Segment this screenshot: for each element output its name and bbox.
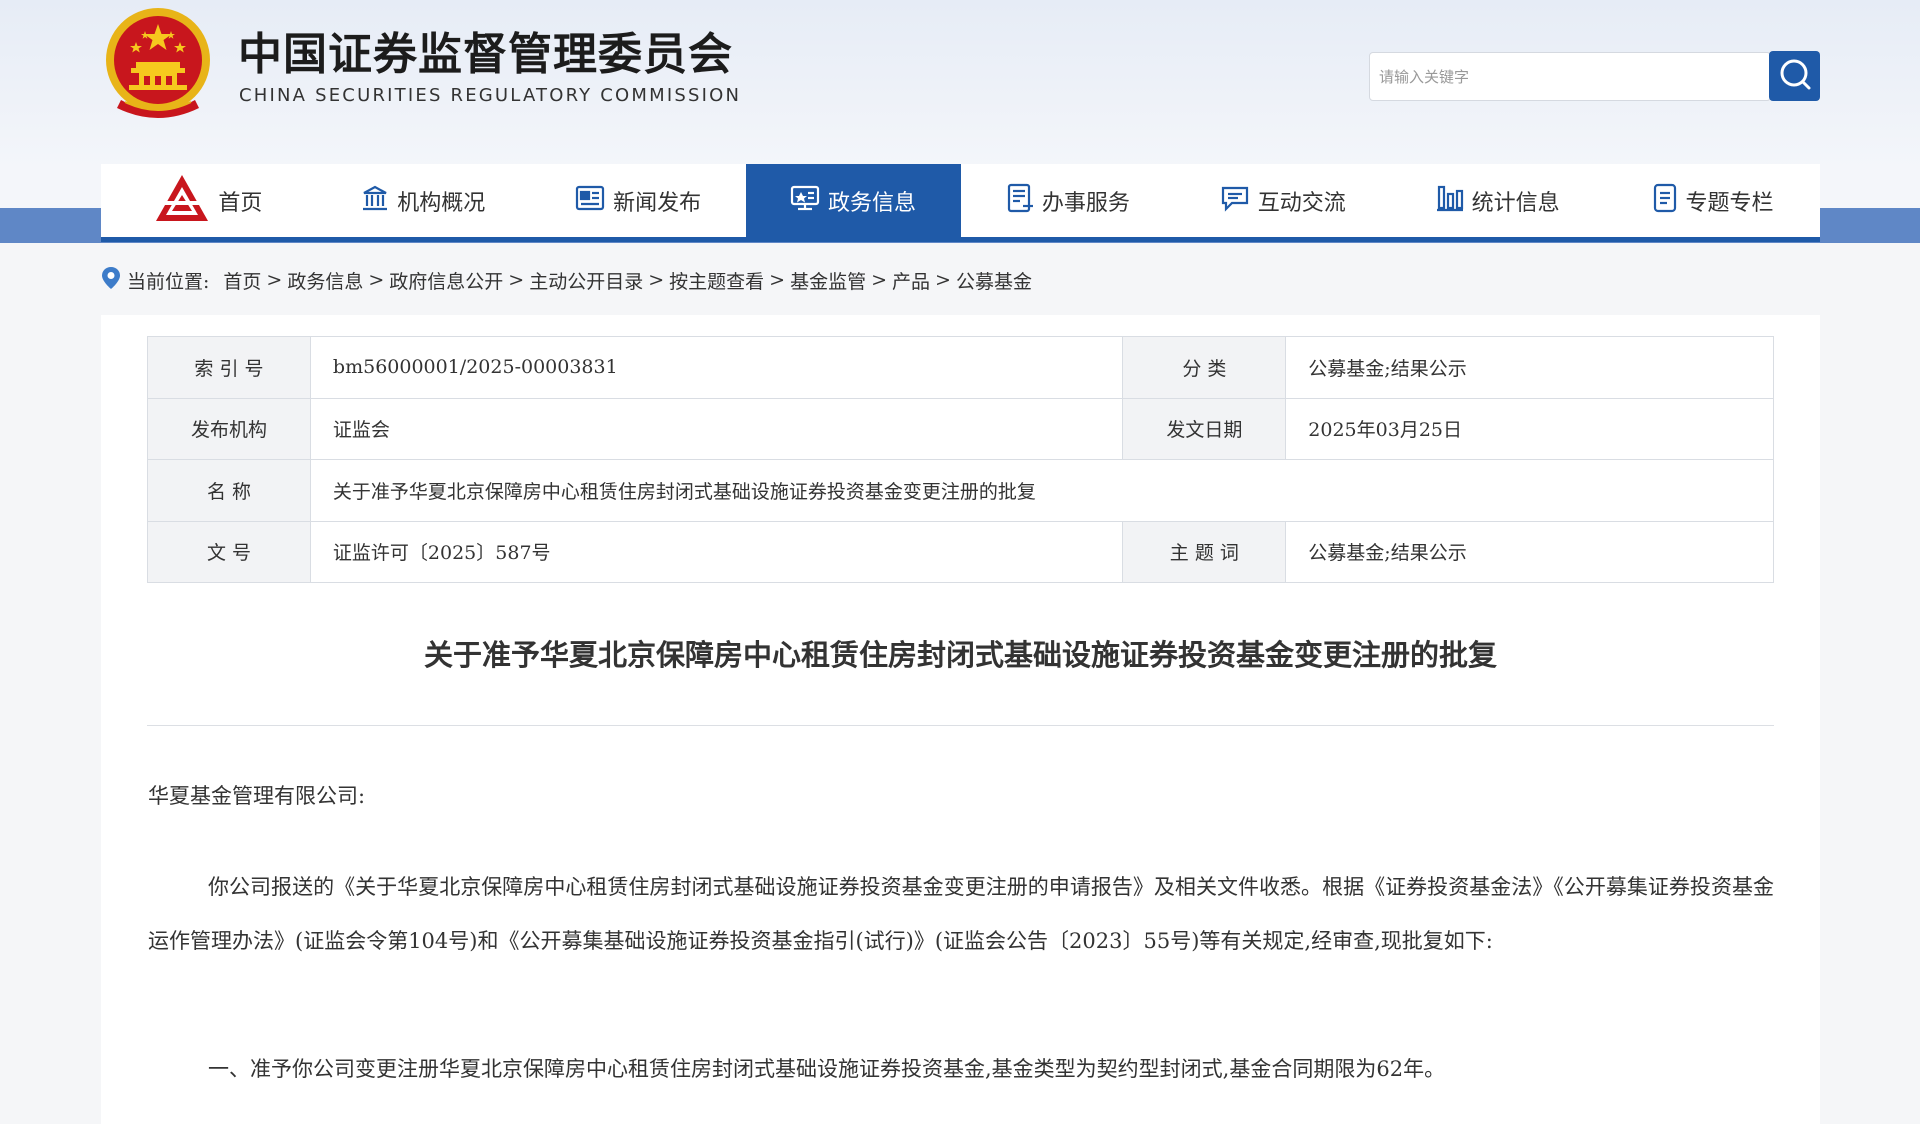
- nav-label: 统计信息: [1471, 190, 1560, 216]
- title-divider: [147, 725, 1774, 726]
- meta-value-date: 2025年03月25日: [1285, 397, 1774, 460]
- site-title-en: CHINA SECURITIES REGULATORY COMMISSION: [239, 85, 742, 106]
- breadcrumb-prefix: 当前位置:: [127, 270, 210, 293]
- site-title-cn: 中国证券监督管理委员会: [238, 29, 733, 80]
- breadcrumb-fund-supervision[interactable]: 基金监管: [790, 267, 866, 294]
- document-salutation: 华夏基金管理有限公司:: [148, 784, 366, 808]
- breadcrumb-home[interactable]: 首页: [223, 267, 261, 294]
- document-paragraph: 你公司报送的《关于华夏北京保障房中心租赁住房封闭式基础设施证券投资基金变更注册的…: [148, 875, 1774, 953]
- meta-value-docno: 证监许可〔2025〕587号: [309, 520, 1124, 583]
- location-pin-icon: [101, 266, 121, 295]
- meta-label-index: 索 引 号: [147, 336, 311, 399]
- breadcrumb-products[interactable]: 产品: [892, 267, 930, 294]
- search-input[interactable]: [1372, 56, 1767, 97]
- nav-label: 机构概况: [397, 190, 486, 216]
- breadcrumb-gov-info[interactable]: 政务信息: [287, 267, 363, 294]
- meta-value-category: 公募基金;结果公示: [1285, 336, 1774, 399]
- document-item-1: 一、准予你公司变更注册华夏北京保障房中心租赁住房封闭式基础设施证券投资基金,基金…: [208, 1057, 1446, 1081]
- breadcrumb-separator: >: [648, 269, 665, 291]
- search-icon: [1778, 57, 1812, 95]
- nav-item-gov-info[interactable]: 政务信息: [745, 164, 961, 237]
- news-icon: [575, 184, 605, 218]
- document-title: 关于准予华夏北京保障房中心租赁住房封闭式基础设施证券投资基金变更注册的批复: [423, 638, 1497, 672]
- breadcrumb-public-funds[interactable]: 公募基金: [956, 267, 1032, 294]
- table-row: 索 引 号 bm56000001/2025-00003831 分 类 公募基金;…: [147, 336, 1774, 399]
- csrc-logo-icon: [154, 173, 210, 229]
- meta-value-publisher: 证监会: [309, 397, 1124, 460]
- meta-label-keywords: 主 题 词: [1122, 520, 1287, 583]
- table-row: 文 号 证监许可〔2025〕587号 主 题 词 公募基金;结果公示: [147, 520, 1774, 583]
- building-icon: [361, 184, 389, 218]
- meta-label-publisher: 发布机构: [147, 397, 311, 460]
- national-emblem-icon: [101, 4, 215, 124]
- nav-item-services[interactable]: 办事服务: [961, 164, 1176, 237]
- nav-label: 新闻发布: [613, 190, 702, 216]
- bar-chart-icon: [1436, 184, 1464, 218]
- nav-item-interaction[interactable]: 互动交流: [1175, 164, 1390, 237]
- meta-value-name: 关于准予华夏北京保障房中心租赁住房封闭式基础设施证券投资基金变更注册的批复: [309, 459, 1775, 522]
- meta-label-docno: 文 号: [147, 520, 311, 583]
- nav-item-home[interactable]: 首页: [101, 164, 316, 237]
- nav-item-topics[interactable]: 专题专栏: [1605, 164, 1820, 237]
- nav-label: 办事服务: [1041, 190, 1130, 216]
- breadcrumb-separator: >: [508, 269, 525, 291]
- search-button[interactable]: [1769, 51, 1820, 101]
- meta-value-keywords: 公募基金;结果公示: [1285, 520, 1774, 583]
- document-meta-table: 索 引 号 bm56000001/2025-00003831 分 类 公募基金;…: [147, 336, 1775, 583]
- meta-label-name: 名 称: [147, 459, 311, 522]
- breadcrumb-separator: >: [935, 269, 951, 291]
- breadcrumb: 当前位置: 首页 > 政务信息 > 政府信息公开 > 主动公开目录 > 按主题查…: [101, 266, 1032, 294]
- meta-value-index: bm56000001/2025-00003831: [309, 336, 1124, 399]
- breadcrumb-by-topic[interactable]: 按主题查看: [669, 267, 764, 294]
- monitor-icon: [790, 184, 820, 218]
- meta-label-category: 分 类: [1122, 336, 1287, 399]
- nav-label: 专题专栏: [1685, 190, 1774, 216]
- breadcrumb-separator: >: [368, 269, 385, 291]
- nav-label: 首页: [218, 190, 263, 216]
- breadcrumb-gov-disclosure[interactable]: 政府信息公开: [389, 267, 503, 294]
- nav-item-about[interactable]: 机构概况: [316, 164, 531, 237]
- meta-label-date: 发文日期: [1122, 397, 1287, 460]
- chat-icon: [1220, 184, 1250, 218]
- breadcrumb-separator: >: [769, 269, 786, 291]
- table-row: 名 称 关于准予华夏北京保障房中心租赁住房封闭式基础设施证券投资基金变更注册的批…: [147, 459, 1775, 522]
- nav-label: 互动交流: [1257, 190, 1346, 216]
- breadcrumb-separator: >: [266, 269, 283, 291]
- table-row: 发布机构 证监会 发文日期 2025年03月25日: [147, 397, 1774, 460]
- main-nav: 首页 机构概况 新闻发布 政务信息 办事服务 互动交流 统计信息 专题专栏: [101, 164, 1820, 242]
- nav-item-statistics[interactable]: 统计信息: [1390, 164, 1605, 237]
- breadcrumb-separator: >: [871, 269, 888, 291]
- breadcrumb-disclosure-catalog[interactable]: 主动公开目录: [529, 267, 643, 294]
- document-icon: [1652, 183, 1678, 219]
- nav-label: 政务信息: [828, 190, 917, 216]
- form-icon: [1006, 183, 1034, 219]
- nav-item-news[interactable]: 新闻发布: [531, 164, 746, 237]
